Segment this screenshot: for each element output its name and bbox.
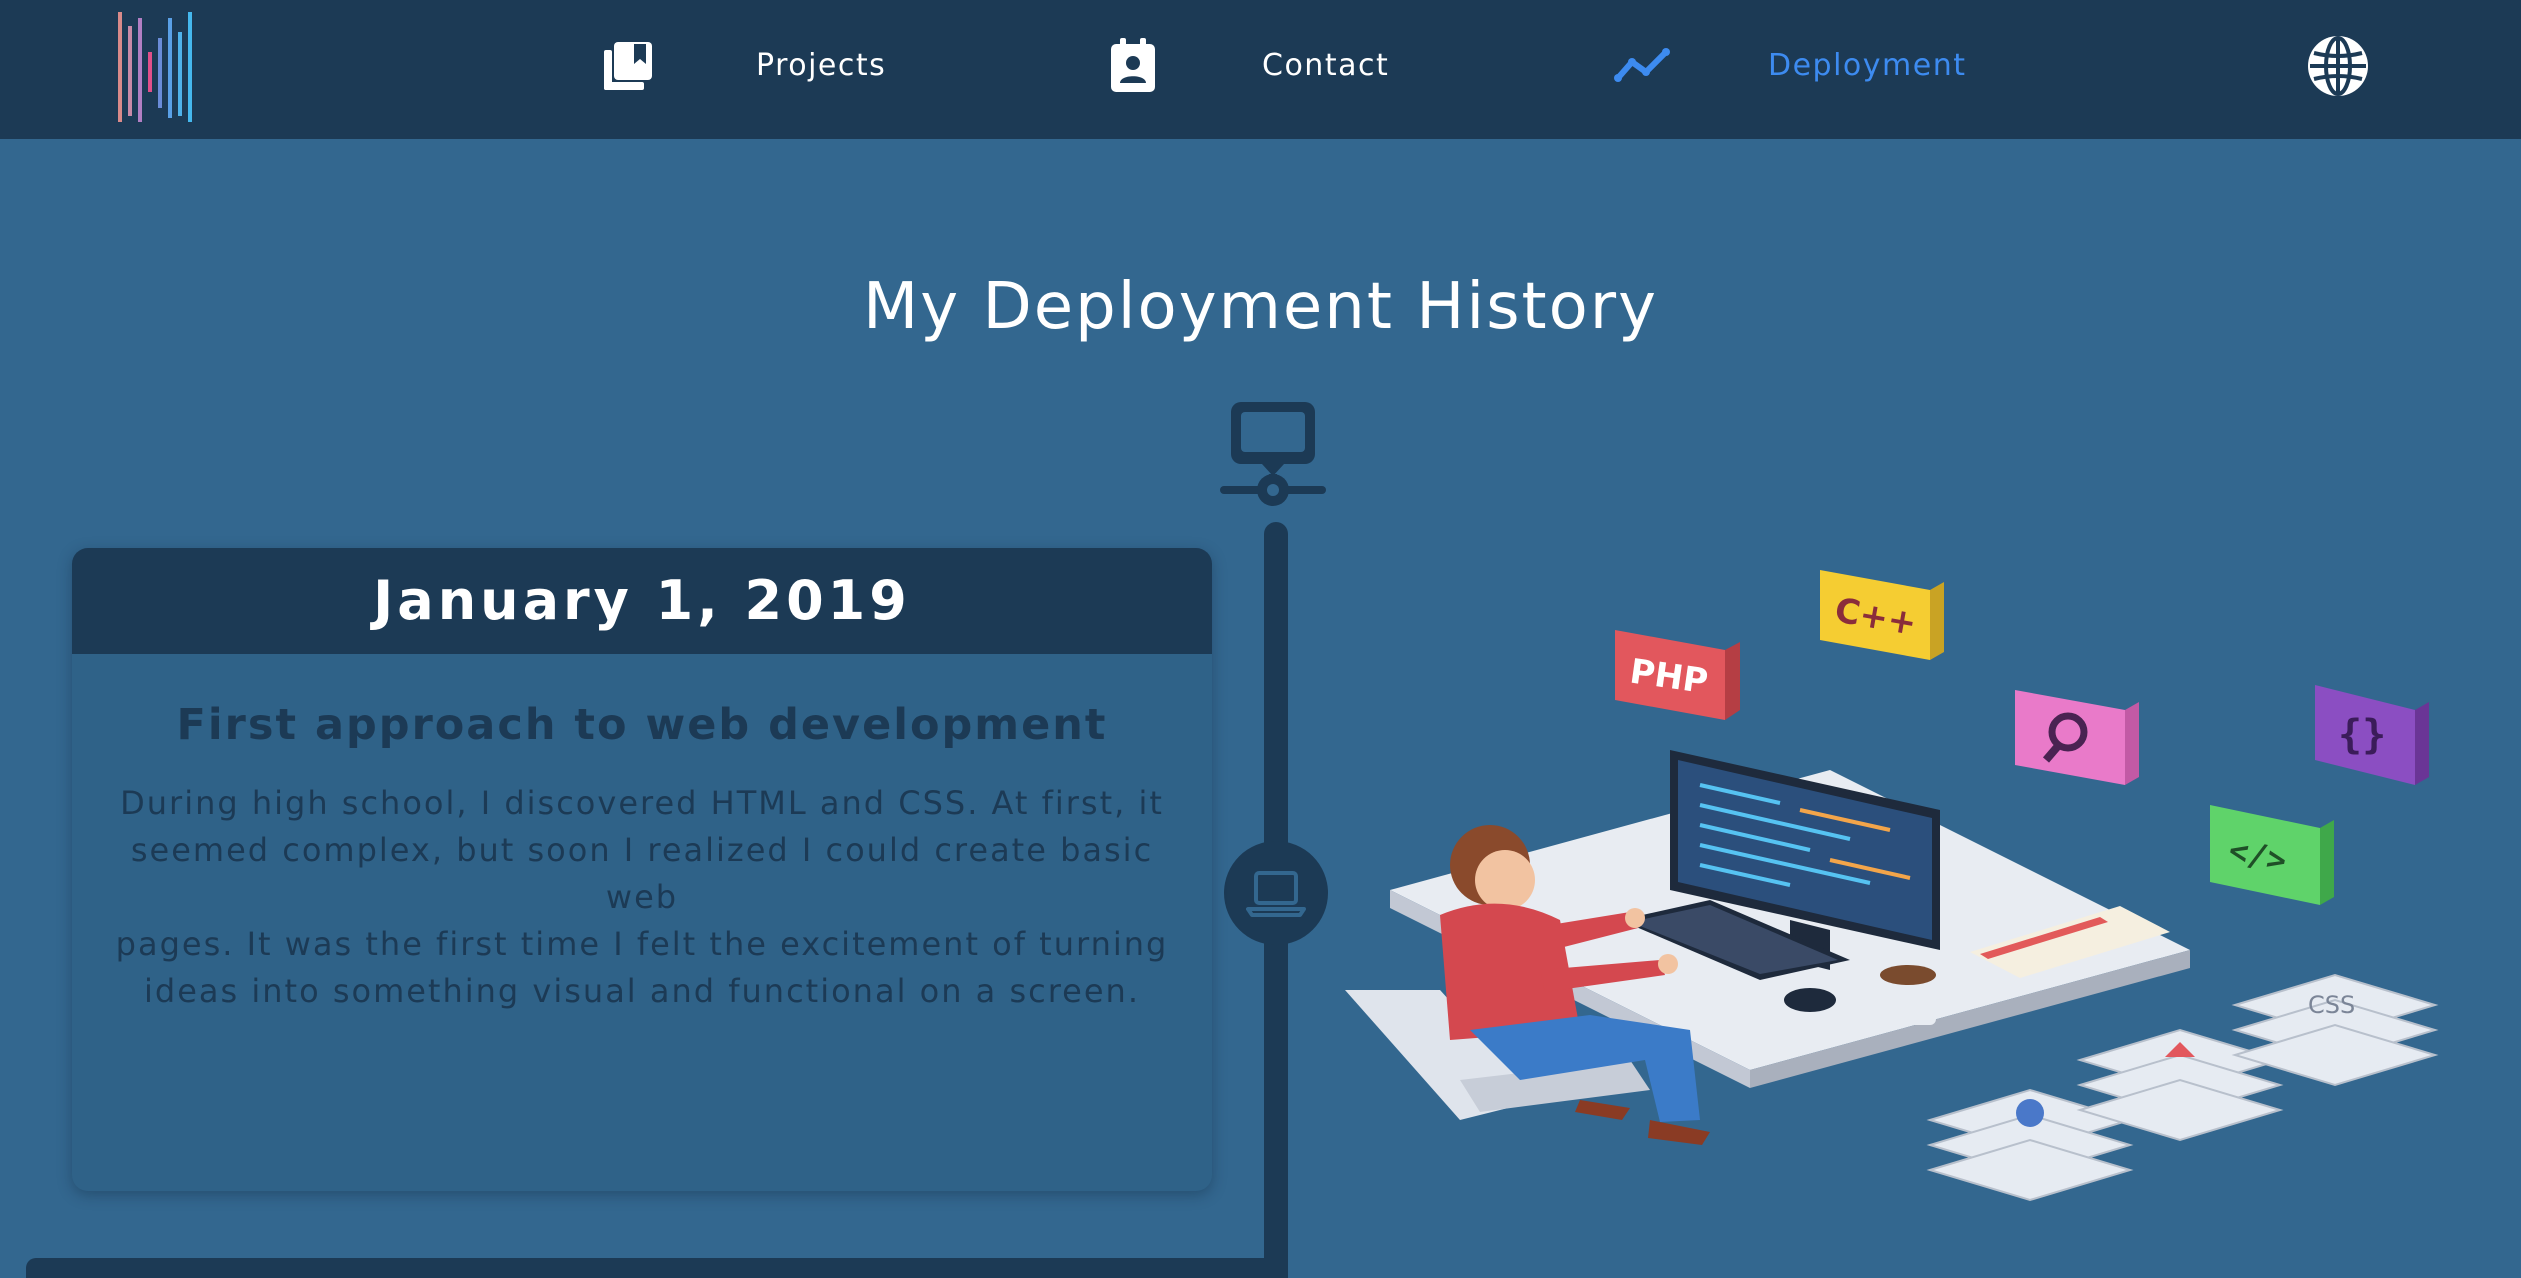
striped-logo-icon [118,12,192,122]
top-navbar: Projects Contact Deployment [0,0,2521,139]
contact-badge-icon [1111,38,1155,92]
php-badge: PHP [1615,630,1740,720]
css-stack-label: CSS [2308,991,2355,1019]
nav-contact-label: Contact [1262,48,1390,83]
page-title: My Deployment History [863,270,1658,344]
book-stack-icon [604,42,652,90]
nav-deployment-label: Deployment [1768,48,1967,83]
curly-braces-badge: {} [2315,685,2429,785]
home-logo[interactable] [112,8,202,126]
card-description-line: pages. It was the first time I felt the … [115,925,1169,963]
code-tag-badge: </> [2210,805,2334,905]
message-network-icon [1220,402,1326,506]
developer-desk-illustration: PHP C++ {} </> CSS [1345,570,2439,1202]
layer-stack-css: CSS [2231,973,2439,1087]
timeline-node [1224,841,1328,945]
card-header: January 1, 2019 [72,548,1212,654]
card-description-line: During high school, I discovered HTML an… [120,784,1164,822]
search-badge [2015,690,2139,785]
trend-line-icon [1614,48,1670,82]
card-description-line: seemed complex, but soon I realized I co… [130,831,1154,916]
globe-icon [2308,36,2368,96]
nav-projects-label: Projects [756,48,887,83]
mouse [1784,988,1836,1012]
timeline-bottom-bar [26,1258,1288,1278]
curly-braces-badge-label: {} [2338,712,2386,758]
card-date: January 1, 2019 [373,569,911,632]
laptop-icon [1246,871,1306,917]
card-title: First approach to web development [176,700,1108,750]
cpp-badge: C++ [1820,570,1944,660]
card-description: During high school, I discovered HTML an… [97,780,1187,1015]
timeline-card: January 1, 2019 First approach to web de… [72,548,1212,1191]
card-description-line: ideas into something visual and function… [144,972,1140,1010]
